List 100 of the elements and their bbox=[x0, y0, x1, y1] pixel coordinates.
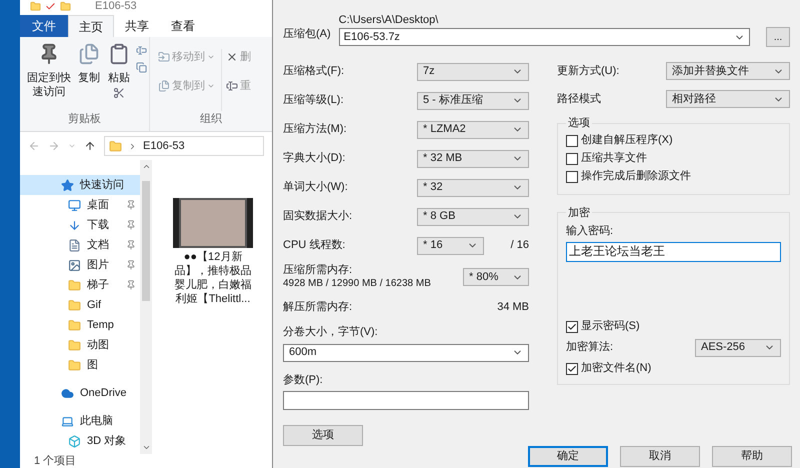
scrollbar[interactable] bbox=[140, 160, 152, 454]
checkbox[interactable] bbox=[566, 320, 578, 332]
field-label: CPU 线程数: bbox=[283, 238, 346, 254]
group-title: 选项 bbox=[568, 117, 590, 129]
checkbox-label: 压缩共享文件 bbox=[581, 150, 647, 166]
copy-icon bbox=[158, 80, 170, 92]
check-icon bbox=[567, 322, 577, 332]
copy-path-icon[interactable] bbox=[136, 45, 147, 56]
folder-icon bbox=[30, 1, 41, 12]
check-icon bbox=[45, 1, 56, 12]
dropdown[interactable]: * 16 bbox=[417, 236, 484, 254]
field-label: 压缩方法(M): bbox=[283, 122, 347, 138]
nav-item[interactable]: 动图 bbox=[20, 335, 140, 355]
scissors-icon bbox=[113, 87, 125, 99]
nav-item[interactable]: 梯子 bbox=[20, 275, 140, 295]
close-icon bbox=[226, 51, 238, 64]
dropdown[interactable]: 600m bbox=[283, 344, 529, 362]
params-field[interactable] bbox=[283, 391, 529, 410]
nav-item[interactable]: Gif bbox=[20, 295, 140, 315]
field-label: 固实数据大小: bbox=[283, 208, 352, 224]
checkbox-label: 操作完成后删除源文件 bbox=[581, 168, 691, 184]
checkbox[interactable] bbox=[566, 134, 578, 146]
checkbox-label: 创建自解压程序(X) bbox=[581, 132, 673, 148]
field-label: 字典大小(D): bbox=[283, 150, 346, 166]
ribbon-tab[interactable]: 主页 bbox=[68, 15, 114, 37]
browse-button[interactable]: ... bbox=[766, 27, 790, 47]
up-icon[interactable] bbox=[84, 140, 96, 152]
group-title: 加密 bbox=[568, 206, 590, 218]
options-button[interactable]: 选项 bbox=[283, 425, 363, 446]
nav-item[interactable]: Temp bbox=[20, 315, 140, 335]
nav-item[interactable]: 此电脑 bbox=[20, 411, 140, 431]
field-label: 解压所需内存: bbox=[283, 300, 352, 315]
nav-item[interactable]: 桌面 bbox=[20, 195, 140, 215]
field-label: 参数(P): bbox=[283, 372, 324, 388]
checkbox[interactable] bbox=[566, 362, 578, 374]
memory-value: 34 MB bbox=[497, 300, 529, 315]
folder-arrow-icon bbox=[158, 51, 170, 64]
folder-icon bbox=[60, 1, 71, 12]
dropdown[interactable]: * 80% bbox=[463, 268, 529, 286]
field-label: 压缩格式(F): bbox=[283, 64, 344, 80]
archive-path: C:\Users\A\Desktop\ bbox=[338, 14, 440, 27]
nav-item[interactable]: 图 bbox=[20, 355, 140, 375]
monitor-icon bbox=[68, 198, 81, 212]
scrollbar-thumb[interactable] bbox=[142, 181, 150, 301]
folder-icon bbox=[109, 140, 122, 152]
arrow-down-icon bbox=[68, 218, 81, 232]
group-label: 组织 bbox=[199, 112, 223, 126]
paste-shortcut-icon[interactable] bbox=[136, 62, 147, 73]
dialog-button[interactable]: 取消 bbox=[620, 446, 700, 467]
field-label: 输入密码: bbox=[566, 224, 614, 239]
dropdown[interactable]: * LZMA2 bbox=[417, 120, 529, 138]
chevron-up-icon bbox=[142, 162, 150, 171]
address-bar[interactable]: E106-53 bbox=[104, 136, 264, 156]
cube-icon bbox=[68, 434, 81, 448]
ribbon-tab[interactable]: 文件 bbox=[20, 15, 68, 37]
dropdown[interactable]: AES-256 bbox=[695, 338, 781, 356]
folder-icon bbox=[68, 338, 81, 352]
nav-item[interactable]: 3D 对象 bbox=[20, 431, 140, 451]
picture-icon bbox=[68, 258, 81, 272]
dropdown[interactable]: 添加并替换文件 bbox=[666, 62, 790, 80]
chevron-down-icon bbox=[142, 443, 150, 452]
chevron-right-icon bbox=[128, 142, 137, 150]
password-field[interactable]: 上老王论坛当老王 bbox=[566, 242, 781, 262]
checkbox[interactable] bbox=[566, 170, 578, 182]
paste-button[interactable]: 粘贴 bbox=[106, 43, 132, 110]
clipboard-icon bbox=[108, 43, 130, 65]
field-label: 压缩等级(L): bbox=[283, 92, 344, 108]
dropdown[interactable]: * 32 bbox=[417, 178, 529, 196]
file-name: ●●【12月新品】，推特极品婴儿肥，白嫩福利姬【Thelittl... bbox=[174, 250, 252, 306]
nav-item[interactable]: 下载 bbox=[20, 215, 140, 235]
folder-icon bbox=[68, 298, 81, 312]
dropdown[interactable]: 7z bbox=[417, 62, 529, 80]
ribbon-tab[interactable]: 查看 bbox=[160, 15, 206, 37]
field-label: 路径模式 bbox=[557, 92, 602, 107]
folder-icon bbox=[68, 318, 81, 332]
archive-name-field[interactable]: E106-53.7z bbox=[338, 28, 750, 46]
group-label: 剪贴板 bbox=[67, 112, 102, 126]
ribbon-tab[interactable]: 共享 bbox=[114, 15, 160, 37]
nav-item[interactable]: 图片 bbox=[20, 255, 140, 275]
nav-item[interactable]: OneDrive bbox=[20, 383, 140, 403]
memory-usage: 4928 MB / 12990 MB / 16238 MB bbox=[283, 277, 431, 290]
checkbox[interactable] bbox=[566, 152, 578, 164]
rename-icon bbox=[226, 80, 238, 92]
copy-button[interactable]: 复制 bbox=[76, 43, 102, 110]
computer-icon bbox=[61, 414, 74, 428]
pin-button[interactable]: 固定到快速访问 bbox=[26, 43, 72, 110]
folder-icon bbox=[68, 278, 81, 292]
cloud-icon bbox=[61, 386, 74, 400]
field-label: 压缩包(A) bbox=[283, 26, 331, 42]
field-label: 分卷大小，字节(V): bbox=[283, 324, 379, 340]
nav-item[interactable]: 文档 bbox=[20, 235, 140, 255]
nav-item[interactable]: 快速访问 bbox=[20, 175, 140, 195]
dropdown[interactable]: * 32 MB bbox=[417, 150, 529, 168]
file-item[interactable]: ●●【12月新品】，推特极品婴儿肥，白嫩福利姬【Thelittl... bbox=[172, 198, 254, 306]
dialog-button[interactable]: 帮助 bbox=[712, 446, 792, 467]
dialog-button[interactable]: 确定 bbox=[528, 446, 608, 467]
dropdown[interactable]: * 8 GB bbox=[417, 208, 529, 226]
checkbox-label: 显示密码(S) bbox=[581, 318, 640, 334]
dropdown[interactable]: 相对路径 bbox=[666, 90, 790, 108]
dropdown[interactable]: 5 - 标准压缩 bbox=[417, 92, 529, 110]
